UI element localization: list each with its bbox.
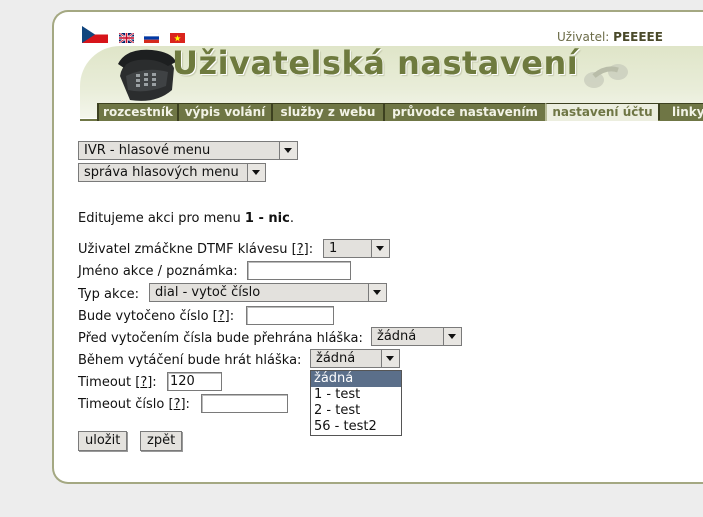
timeout-label: Timeout [78, 375, 132, 390]
action-type-select[interactable]: dial - vytoč číslo [149, 283, 387, 302]
tab-nastaveni-uctu[interactable]: nastavení účtu [545, 103, 658, 121]
sub-menu-select-value: správa hlasových menu [84, 165, 239, 180]
editing-suffix: . [289, 211, 294, 226]
user-name: PEEEEE [613, 30, 663, 44]
during-message-label: Během vytáčení bude hrát hláška: [78, 353, 302, 368]
name-label: Jméno akce / poznámka: [78, 264, 238, 279]
main-menu-select-value: IVR - hlasové menu [84, 143, 211, 158]
main-menu-select[interactable]: IVR - hlasové menu [78, 141, 298, 160]
dial-help-link[interactable]: ? [218, 309, 225, 324]
editing-prefix: Editujeme akci pro menu [78, 211, 241, 226]
user-label: Uživatel: [557, 30, 610, 44]
chevron-down-icon [247, 164, 265, 181]
back-button[interactable]: zpět [140, 431, 183, 451]
timeout-help-link[interactable]: ? [140, 375, 147, 390]
timeout-number-input[interactable] [201, 394, 288, 413]
before-message-label: Před vytočením čísla bude přehrána hlášk… [78, 331, 363, 346]
dtmf-label: Uživatel zmáčkne DTMF klávesu [78, 242, 288, 257]
chevron-down-icon [381, 350, 399, 367]
dropdown-option[interactable]: žádná [311, 371, 401, 387]
during-message-value: žádná [316, 351, 356, 366]
during-message-select[interactable]: žádná [310, 349, 400, 368]
user-info: Uživatel: PEEEEE [557, 30, 663, 44]
tab-rozcestnik[interactable]: rozcestník [97, 103, 177, 121]
tab-linky[interactable]: linky [658, 103, 703, 120]
save-button[interactable]: uložit [78, 431, 128, 451]
chevron-down-icon [279, 142, 297, 159]
action-name-input[interactable] [247, 261, 351, 280]
czech-flag-icon[interactable] [82, 26, 108, 43]
vietnamese-flag-icon[interactable] [170, 33, 185, 43]
dropdown-option[interactable]: 1 - test [311, 387, 401, 403]
timeout-input[interactable]: 120 [167, 372, 222, 391]
dropdown-option[interactable]: 2 - test [311, 403, 401, 419]
page-title: Uživatelská nastavení [172, 44, 579, 82]
uk-flag-icon[interactable] [119, 33, 134, 43]
dtmf-key-value: 1 [329, 241, 338, 256]
dial-label: Bude vytočeno číslo [78, 309, 209, 324]
dropdown-option[interactable]: 56 - test2 [311, 419, 401, 435]
timeout-number-help-link[interactable]: ? [174, 397, 181, 412]
timeout-label-row: Timeout [?]: [78, 375, 157, 390]
sub-menu-select[interactable]: správa hlasových menu [78, 163, 266, 182]
during-message-dropdown: žádná 1 - test 2 - test 56 - test2 [310, 370, 402, 436]
russian-flag-icon[interactable] [144, 33, 159, 43]
type-label: Typ akce: [78, 287, 140, 302]
tab-sluzby-z-webu[interactable]: služby z webu [271, 103, 383, 121]
dial-number-input[interactable] [246, 306, 334, 325]
timeout-number-label-row: Timeout číslo [?]: [78, 397, 190, 412]
action-type-value: dial - vytoč číslo [155, 285, 261, 300]
tab-vypis-volani[interactable]: výpis volání [177, 103, 271, 121]
chevron-down-icon [443, 328, 461, 345]
chevron-down-icon [368, 284, 386, 301]
telephone-icon [118, 49, 176, 101]
dtmf-label-row: Uživatel zmáčkne DTMF klávesu [?]: [78, 242, 314, 257]
before-message-value: žádná [377, 329, 417, 344]
chevron-down-icon [371, 240, 389, 257]
handset-icon [584, 64, 628, 88]
tab-pruvodce-nastavenim[interactable]: průvodce nastavením [383, 103, 545, 121]
dtmf-help-link[interactable]: ? [297, 242, 304, 257]
dtmf-key-select[interactable]: 1 [323, 239, 390, 258]
dial-label-row: Bude vytočeno číslo [?]: [78, 309, 235, 324]
before-message-select[interactable]: žádná [371, 327, 462, 346]
editing-menu-name: 1 - nic [244, 211, 290, 226]
editing-info: Editujeme akci pro menu 1 - nic. [78, 211, 294, 226]
timeout-number-label: Timeout číslo [78, 397, 165, 412]
